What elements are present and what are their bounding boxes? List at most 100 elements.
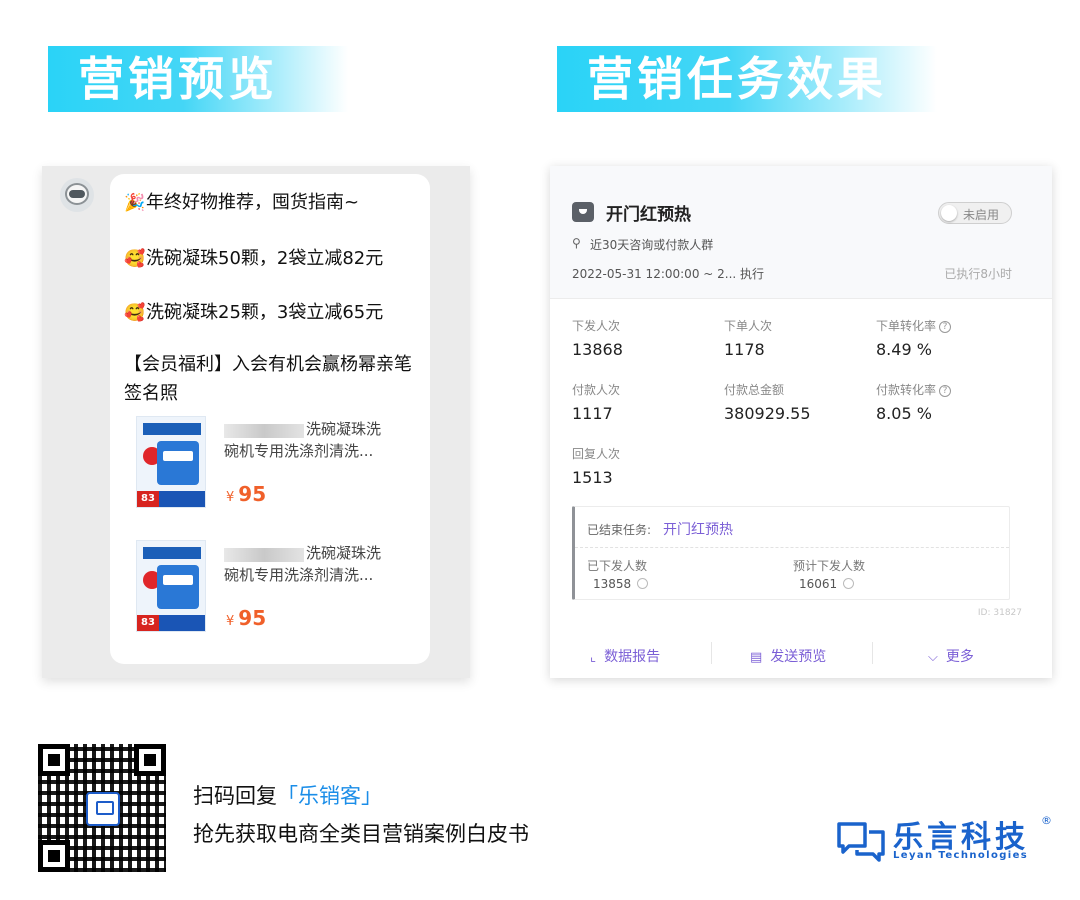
- product-pack-label: [163, 451, 193, 461]
- data-report-label: 数据报告: [604, 649, 661, 665]
- banner-marketing-task-effect: 营销任务效果: [557, 46, 937, 112]
- brand-logo: 乐言科技 ® Leyan Technologies: [835, 812, 1060, 872]
- product-image: 83: [136, 416, 206, 508]
- stat-label-sent: 下发人次: [572, 319, 621, 333]
- brand-name-en: Leyan Technologies: [893, 850, 1029, 861]
- ended-planned-number: 16061: [799, 577, 838, 591]
- registered-mark: ®: [1041, 814, 1052, 827]
- product-title: 洗碗凝珠洗 碗机专用洗涤剂清洗...: [224, 542, 424, 586]
- preview-doc-icon: ▤: [750, 650, 763, 665]
- product-pack-label: [163, 575, 193, 585]
- send-preview-button[interactable]: ▤ 发送预览: [750, 646, 826, 666]
- executed-duration: 已执行8小时: [944, 267, 1012, 281]
- stat-label-pay-rate: 付款转化率?: [876, 381, 952, 398]
- message-line-text: 年终好物推荐，囤货指南~: [146, 192, 360, 213]
- stat-label-pay-rate-text: 付款转化率: [876, 383, 937, 397]
- task-action-bar: ⌞ 数据报告 ▤ 发送预览 ⌵ 更多: [550, 634, 1052, 678]
- stat-label-replies: 回复人次: [572, 447, 621, 461]
- task-title: 开门红预热: [606, 205, 691, 225]
- line-chart-icon: ⌞: [590, 650, 597, 665]
- qr-code: [38, 744, 166, 872]
- data-report-button[interactable]: ⌞ 数据报告: [590, 646, 660, 666]
- message-line: 🎉年终好物推荐，囤货指南~: [124, 188, 359, 214]
- product-tag-number: 83: [137, 491, 159, 507]
- toggle-knob: [941, 205, 957, 221]
- chat-message-bubble: 🎉年终好物推荐，囤货指南~ 🥰洗碗凝珠50颗，2袋立减82元 🥰洗碗凝珠25颗，…: [110, 174, 430, 664]
- clock-icon: [843, 578, 855, 589]
- stat-value-sent: 13868: [572, 340, 623, 359]
- stat-value-paid-amount: 380929.55: [724, 404, 811, 423]
- ended-planned-label: 预计下发人数: [793, 559, 866, 573]
- price-value: 95: [238, 606, 267, 630]
- currency-symbol: ¥: [226, 614, 235, 629]
- stat-value-replies: 1513: [572, 468, 613, 487]
- banner-marketing-preview: 营销预览: [48, 46, 348, 112]
- member-benefit-text: 【会员福利】入会有机会赢杨幂亲笔签名照: [124, 354, 412, 404]
- product-title-line: 洗碗凝珠洗: [306, 544, 382, 562]
- product-card[interactable]: 83 洗碗凝珠洗 碗机专用洗涤剂清洗... ¥95: [134, 540, 424, 640]
- audience-text: 近30天咨询或付款人群: [590, 238, 714, 252]
- stat-value-paid: 1117: [572, 404, 613, 423]
- qr-finder: [38, 744, 70, 776]
- chat-bubble-logo-icon: [837, 822, 885, 862]
- currency-symbol: ¥: [226, 490, 235, 505]
- ended-task-link[interactable]: 开门红预热: [663, 519, 733, 539]
- divider: [575, 547, 1009, 548]
- product-price: ¥95: [226, 482, 266, 506]
- message-line: 🥰洗碗凝珠50颗，2袋立减82元: [124, 244, 383, 270]
- help-icon[interactable]: ?: [939, 321, 952, 333]
- cta-keyword: 「乐销客」: [277, 784, 382, 808]
- product-pack: [157, 565, 199, 609]
- task-enable-toggle[interactable]: 未启用: [938, 202, 1012, 224]
- task-id: ID: 31827: [977, 608, 1022, 618]
- robot-visor: [69, 190, 85, 198]
- audience-icon: ⚲: [572, 236, 581, 250]
- product-tag: 83: [137, 615, 205, 631]
- divider: [711, 642, 712, 664]
- product-pack: [157, 441, 199, 485]
- execution-time: 2022-05-31 12:00:00 ~ 2... 执行: [572, 267, 765, 281]
- task-bot-icon: [572, 202, 594, 222]
- task-header: 开门红预热 未启用 ⚲ 近30天咨询或付款人群 2022-05-31 12:00…: [550, 166, 1052, 299]
- message-line-text: 洗碗凝珠50颗，2袋立减82元: [146, 248, 384, 269]
- help-icon[interactable]: ?: [939, 385, 952, 397]
- bot-avatar: [60, 178, 94, 212]
- stat-label-orders: 下单人次: [724, 319, 773, 333]
- marketing-task-card: 开门红预热 未启用 ⚲ 近30天咨询或付款人群 2022-05-31 12:00…: [550, 166, 1052, 678]
- stat-label-paid: 付款人次: [572, 383, 621, 397]
- product-box-top: [143, 423, 201, 435]
- chat-preview-panel: 🎉年终好物推荐，囤货指南~ 🥰洗碗凝珠50颗，2袋立减82元 🥰洗碗凝珠25颗，…: [42, 166, 470, 678]
- stat-label-order-rate: 下单转化率?: [876, 317, 952, 334]
- chevron-down-icon: ⌵: [928, 650, 938, 665]
- smiling-hearts-icon: 🥰: [124, 249, 146, 269]
- product-image: 83: [136, 540, 206, 632]
- product-box-top: [143, 547, 201, 559]
- message-line-text: 洗碗凝珠25颗，3袋立减65元: [146, 302, 384, 323]
- ended-planned-value: 16061: [799, 577, 855, 591]
- stat-label-paid-amount: 付款总金额: [724, 383, 785, 397]
- product-tag: 83: [137, 491, 205, 507]
- qr-finder: [38, 840, 70, 872]
- cta-line-2: 抢先获取电商全类目营销案例白皮书: [193, 822, 529, 846]
- product-title-line: 碗机专用洗涤剂清洗...: [224, 442, 374, 460]
- toggle-label: 未启用: [963, 208, 1000, 222]
- product-card[interactable]: 83 洗碗凝珠洗 碗机专用洗涤剂清洗... ¥95: [134, 416, 424, 516]
- cta-line-1: 扫码回复「乐销客」: [193, 780, 382, 810]
- ended-sent-value: 13858: [593, 577, 649, 591]
- ended-sent-label: 已下发人数: [587, 559, 648, 573]
- qr-finder: [134, 744, 166, 776]
- ended-task-panel: 已结束任务: 开门红预热 已下发人数 13858 预计下发人数 16061: [572, 506, 1010, 600]
- cta-prefix: 扫码回复: [193, 784, 277, 808]
- message-line: 🥰洗碗凝珠25颗，3袋立减65元: [124, 298, 383, 324]
- stat-value-orders: 1178: [724, 340, 765, 359]
- qr-logo-icon: [86, 792, 120, 826]
- smiling-hearts-icon: 🥰: [124, 303, 146, 323]
- stat-value-order-rate: 8.49 %: [876, 340, 932, 359]
- more-button[interactable]: ⌵ 更多: [928, 646, 974, 666]
- product-price: ¥95: [226, 606, 266, 630]
- divider: [872, 642, 873, 664]
- send-preview-label: 发送预览: [770, 649, 827, 665]
- product-title-line: 洗碗凝珠洗: [306, 420, 382, 438]
- product-title: 洗碗凝珠洗 碗机专用洗涤剂清洗...: [224, 418, 424, 462]
- product-title-line: 碗机专用洗涤剂清洗...: [224, 566, 374, 584]
